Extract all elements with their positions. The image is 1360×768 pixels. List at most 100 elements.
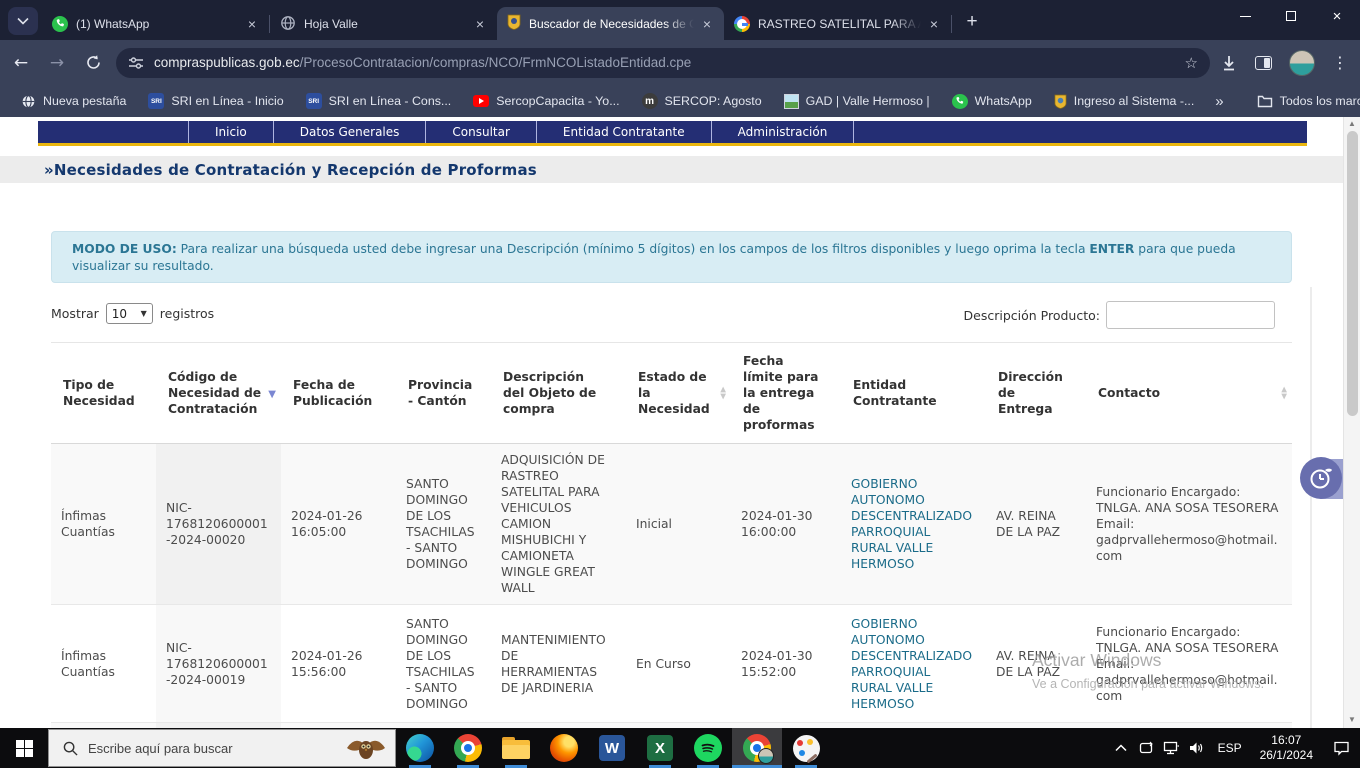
tab-whatsapp[interactable]: (1) WhatsApp × — [42, 8, 269, 40]
tab-buscador-necesidades-active[interactable]: Buscador de Necesidades de Co × — [497, 7, 724, 40]
action-center-icon[interactable] — [1322, 728, 1360, 768]
bookmark-sercop-agosto[interactable]: m SERCOP: Agosto — [631, 93, 773, 109]
whatsapp-icon — [52, 16, 68, 32]
windows-activation-watermark: Activar Windows — [1032, 650, 1162, 670]
chrome-icon — [743, 734, 774, 764]
taskbar-firefox[interactable] — [540, 728, 588, 768]
cell-codigo: NIC-1768120600001-2024-00019 — [156, 604, 281, 723]
taskbar-edge[interactable] — [396, 728, 444, 768]
taskbar-file-explorer[interactable] — [492, 728, 540, 768]
close-window-button[interactable]: × — [1314, 0, 1360, 32]
show-label: Mostrar — [51, 306, 99, 321]
excel-icon: X — [647, 735, 673, 761]
tab-title: RASTREO SATELITAL PARA AUT — [758, 17, 921, 31]
tab-close-button[interactable]: × — [471, 15, 489, 33]
all-bookmarks-button[interactable]: Todos los marcadores — [1246, 94, 1360, 108]
records-per-page-select[interactable]: 10 ▼ — [105, 303, 153, 324]
toolbar-actions: ⋮ — [1220, 49, 1348, 76]
sort-both-icon: ▲ ▼ — [720, 384, 726, 400]
profile-avatar[interactable] — [1289, 49, 1315, 76]
scroll-up-arrow[interactable]: ▲ — [1344, 119, 1360, 128]
taskbar-clock[interactable]: 16:07 26/1/2024 — [1251, 733, 1322, 763]
scroll-down-arrow[interactable]: ▼ — [1344, 715, 1360, 724]
tab-close-button[interactable]: × — [243, 15, 261, 33]
browser-extension-widget[interactable] — [1300, 456, 1343, 502]
bookmarks-overflow-chevron[interactable]: » — [1205, 93, 1233, 110]
cell-codigo: NIC-1768120600001-2024-00020 — [156, 443, 281, 605]
reload-icon — [86, 55, 100, 69]
site-info-icon[interactable] — [128, 56, 144, 70]
downloads-icon[interactable] — [1220, 54, 1238, 72]
system-tray: ESP 16:07 26/1/2024 — [1109, 728, 1360, 768]
taskbar-spotify[interactable] — [684, 728, 732, 768]
network-icon[interactable] — [1159, 728, 1184, 768]
bookmark-nueva-pestana[interactable]: Nueva pestaña — [10, 94, 137, 109]
chrome-icon — [454, 734, 482, 762]
taskbar-search-box[interactable]: Escribe aquí para buscar — [48, 729, 396, 767]
sri-icon: SRI — [305, 93, 322, 109]
back-button[interactable]: ← — [6, 48, 36, 78]
header-contacto[interactable]: Contacto ▲ ▼ — [1086, 342, 1292, 444]
tab-search-button[interactable] — [8, 7, 38, 35]
page-title: »Necesidades de Contratación y Recepción… — [44, 160, 537, 179]
header-codigo[interactable]: Código de Necesidad de Contratación ▼ — [156, 342, 281, 444]
cell-entidad-link[interactable]: GOBIERNO AUTONOMO DESCENTRALIZADO PARROQ… — [841, 604, 986, 723]
header-descripcion: Descripción del Objeto de compra — [491, 342, 626, 444]
taskbar-excel[interactable]: X — [636, 728, 684, 768]
tab-close-button[interactable]: × — [925, 15, 943, 33]
paint-palette-icon — [792, 734, 820, 764]
container-border — [1310, 287, 1312, 728]
cell-provincia: SANTO DOMINGO DE LOS TSACHILAS - SANTO D… — [396, 443, 491, 605]
menu-entidad-contratante[interactable]: Entidad Contratante — [537, 121, 712, 143]
address-bar[interactable]: compraspublicas.gob.ec/ProcesoContrataci… — [116, 47, 1210, 78]
bookmark-gad-valle-hermoso[interactable]: GAD | Valle Hermoso | — [773, 93, 941, 109]
rotation-lock-icon[interactable] — [1134, 728, 1159, 768]
timer-clock-icon — [1300, 457, 1342, 499]
new-tab-button[interactable]: + — [958, 8, 986, 36]
bookmark-sri-inicio[interactable]: SRI SRI en Línea - Inicio — [137, 93, 294, 109]
maximize-button[interactable] — [1268, 0, 1314, 32]
bookmark-star-icon[interactable]: ☆ — [1185, 54, 1198, 72]
taskbar-paint[interactable] — [782, 728, 830, 768]
forward-button[interactable]: → — [42, 48, 72, 78]
taskbar-word[interactable]: W — [588, 728, 636, 768]
menu-datos-generales[interactable]: Datos Generales — [274, 121, 427, 143]
header-estado[interactable]: Estado de la Necesidad ▲ ▼ — [626, 342, 731, 444]
scrollbar-thumb[interactable] — [1347, 131, 1358, 416]
url-text[interactable]: compraspublicas.gob.ec/ProcesoContrataci… — [154, 55, 691, 70]
cell-estado: En Curso — [626, 604, 731, 723]
tab-divider — [951, 15, 952, 33]
window-controls: × — [1222, 0, 1360, 40]
windows-activation-watermark-sub: Ve a Configuración para activar Windows. — [1032, 677, 1265, 691]
taskbar-chrome-active-window[interactable] — [732, 728, 782, 768]
reload-button[interactable] — [78, 48, 108, 78]
cell-entidad-link[interactable]: GOBIERNO AUTONOMO DESCENTRALIZADO PARROQ… — [841, 443, 986, 605]
browser-menu-icon[interactable]: ⋮ — [1332, 53, 1348, 72]
volume-icon[interactable] — [1184, 728, 1209, 768]
tab-hoja-valle[interactable]: Hoja Valle × — [270, 8, 497, 40]
hidden-icons-chevron[interactable] — [1109, 728, 1134, 768]
side-panel-icon[interactable] — [1255, 55, 1272, 70]
minimize-button[interactable] — [1222, 0, 1268, 32]
table-header-row: Tipo de Necesidad Código de Necesidad de… — [51, 342, 1292, 444]
product-description-input[interactable] — [1106, 301, 1275, 329]
bookmark-label: Nueva pestaña — [43, 94, 127, 108]
start-button[interactable] — [0, 728, 48, 768]
bookmark-whatsapp[interactable]: WhatsApp — [941, 93, 1043, 109]
moodle-icon: m — [641, 93, 658, 109]
tab-close-button[interactable]: × — [698, 15, 716, 33]
cell-provincia: SANTO DOMINGO DE LOS TSACHILAS - SANTO D… — [396, 604, 491, 723]
tab-rastreo-satelital[interactable]: RASTREO SATELITAL PARA AUT × — [724, 8, 951, 40]
menu-administracion[interactable]: Administración — [712, 121, 855, 143]
bookmark-sercopcapacita[interactable]: SercopCapacita - Yo... — [462, 94, 630, 108]
bookmark-sri-consultas[interactable]: SRI SRI en Línea - Cons... — [295, 93, 463, 109]
menu-inicio[interactable]: Inicio — [188, 121, 274, 143]
file-explorer-icon — [502, 737, 530, 759]
site-menubar: Inicio Datos Generales Consultar Entidad… — [38, 121, 1307, 143]
tab-title: Buscador de Necesidades de Co — [529, 16, 694, 31]
menu-consultar[interactable]: Consultar — [426, 121, 537, 143]
language-indicator[interactable]: ESP — [1209, 741, 1251, 755]
bookmark-ingreso-sistema[interactable]: Ingreso al Sistema -... — [1043, 94, 1206, 109]
page-scrollbar[interactable]: ▲ ▼ — [1343, 117, 1360, 728]
taskbar-chrome[interactable] — [444, 728, 492, 768]
